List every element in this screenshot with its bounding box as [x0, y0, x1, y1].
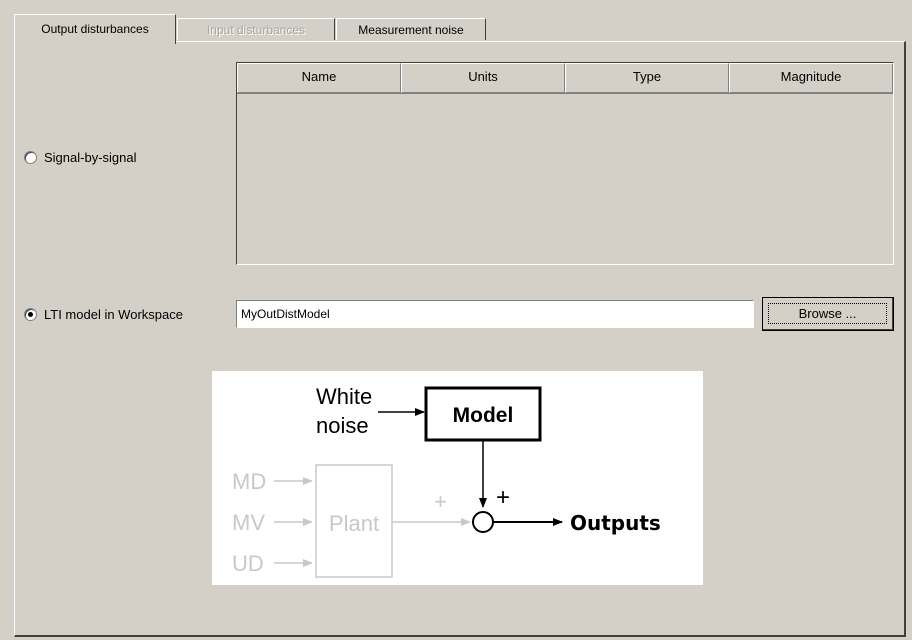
sum-junction — [472, 511, 494, 533]
lti-model-option[interactable]: LTI model in Workspace — [24, 307, 183, 322]
md-label: MD — [232, 469, 266, 494]
lti-model-radio[interactable] — [24, 308, 37, 321]
column-header-units[interactable]: Units — [401, 63, 565, 93]
browse-button[interactable]: Browse ... — [762, 297, 894, 331]
model-name-field[interactable]: MyOutDistModel — [236, 300, 754, 328]
column-header-magnitude[interactable]: Magnitude — [729, 63, 893, 93]
table-divider — [237, 93, 893, 94]
plus-sign-top: + — [496, 484, 510, 511]
focus-ring — [768, 303, 887, 324]
white-noise-label-line1: White — [316, 384, 372, 409]
lti-model-label: LTI model in Workspace — [44, 307, 183, 322]
signal-by-signal-option[interactable]: Signal-by-signal — [24, 150, 137, 165]
diagram-canvas: White noise Model MD MV UD Plant + + Out… — [232, 384, 661, 578]
model-label: Model — [453, 404, 514, 427]
plus-sign-left: + — [434, 489, 447, 514]
plant-label: Plant — [329, 511, 379, 536]
ud-label: UD — [232, 551, 264, 576]
tab-output-disturbances[interactable]: Output disturbances — [14, 14, 176, 44]
disturbance-diagram: White noise Model MD MV UD Plant + + Out… — [212, 371, 703, 585]
column-header-type[interactable]: Type — [565, 63, 729, 93]
signal-by-signal-radio[interactable] — [24, 151, 37, 164]
tab-input-disturbances[interactable]: Input disturbances — [177, 18, 335, 40]
column-header-name[interactable]: Name — [237, 63, 401, 93]
mv-label: MV — [232, 510, 265, 535]
table-header: Name Units Type Magnitude — [237, 63, 893, 93]
white-noise-label-line2: noise — [316, 413, 369, 438]
disturbance-table: Name Units Type Magnitude — [236, 62, 894, 265]
tab-measurement-noise[interactable]: Measurement noise — [336, 18, 486, 40]
outputs-label: Outputs — [570, 511, 661, 535]
signal-by-signal-label: Signal-by-signal — [44, 150, 137, 165]
